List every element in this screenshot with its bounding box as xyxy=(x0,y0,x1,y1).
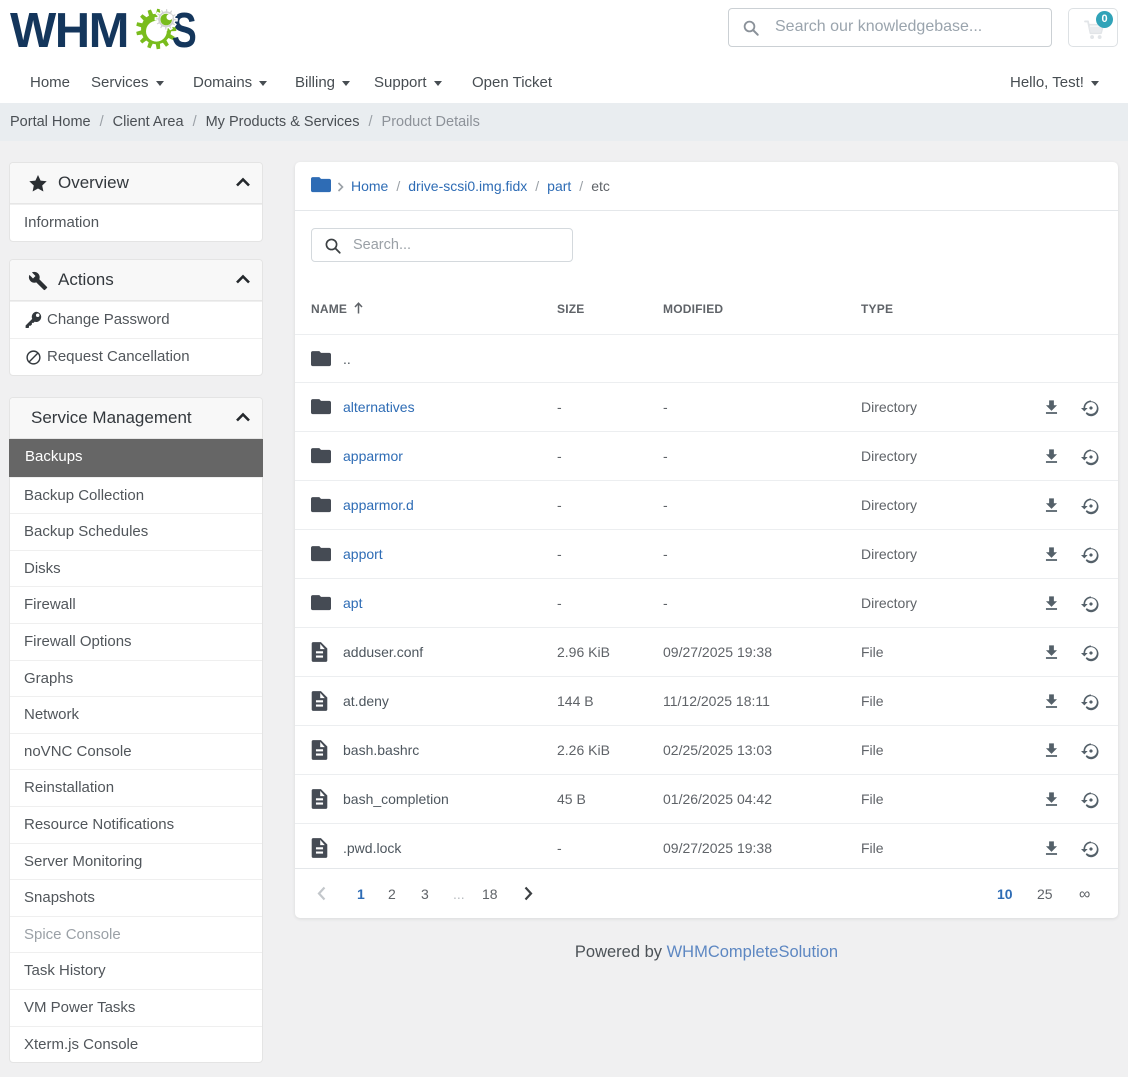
svg-text:WHM: WHM xyxy=(10,7,128,58)
